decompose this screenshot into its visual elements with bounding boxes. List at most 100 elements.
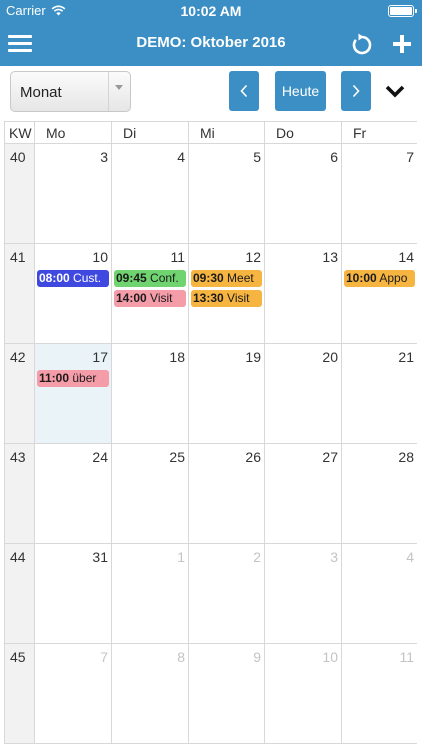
day-number: 25 [169, 449, 185, 465]
chevron-right-icon [352, 84, 360, 98]
month-calendar: KW Mo Di Mi Do Fr 40 3 4 5 6 7 41 10 08:00 Cust. 11 09:4… [0, 121, 422, 750]
day-cell[interactable]: 20 [264, 344, 341, 444]
calendar-event[interactable]: 11:00 über [37, 370, 109, 387]
calendar-event[interactable]: 09:45 Conf. [114, 270, 186, 287]
nav-bar: DEMO: Oktober 2016 [0, 22, 422, 66]
calendar-event[interactable]: 09:30 Meet [191, 270, 262, 287]
calendar-event[interactable]: 14:00 Visit [114, 290, 186, 307]
day-cell[interactable]: 2 [188, 544, 264, 644]
toolbar: Monat Heute [0, 66, 422, 120]
week-number-header: KW [4, 121, 35, 144]
week-number-cell: 42 [4, 344, 34, 444]
day-cell[interactable]: 4 [111, 144, 188, 244]
weekday-header: Do [264, 121, 342, 144]
event-time: 08:00 [39, 271, 70, 285]
calendar-event[interactable]: 10:00 Appo [344, 270, 415, 287]
day-number: 11 [399, 649, 414, 665]
day-number: 4 [406, 549, 414, 565]
day-number: 31 [92, 549, 108, 565]
week-number: 43 [10, 449, 26, 465]
chevron-left-icon [240, 84, 248, 98]
day-number: 19 [245, 349, 261, 365]
week-number-cell: 40 [4, 144, 34, 244]
event-title: Conf. [150, 271, 179, 285]
event-title: Visit [150, 291, 173, 305]
day-cell[interactable]: 24 [34, 444, 111, 544]
day-cell[interactable]: 17 11:00 über [34, 344, 111, 444]
caret-down-icon [115, 85, 123, 90]
day-cell[interactable]: 7 [34, 644, 111, 744]
day-number: 3 [100, 149, 108, 165]
day-cell[interactable]: 5 [188, 144, 264, 244]
day-cell[interactable]: 1 [111, 544, 188, 644]
day-cell[interactable]: 12 09:30 Meet 13:30 Visit [188, 244, 264, 344]
day-cell[interactable]: 26 [188, 444, 264, 544]
week-number-cell: 43 [4, 444, 34, 544]
day-cell[interactable]: 31 [34, 544, 111, 644]
day-cell[interactable]: 13 [264, 244, 341, 344]
day-number: 10 [322, 649, 338, 665]
today-button[interactable]: Heute [275, 71, 326, 111]
next-button[interactable] [341, 71, 371, 111]
day-cell[interactable]: 10 08:00 Cust. [34, 244, 111, 344]
carrier-label: Carrier [6, 3, 46, 18]
day-number: 21 [398, 349, 414, 365]
event-title: Appo [379, 271, 408, 285]
event-title: über [72, 371, 97, 385]
day-cell[interactable]: 11 [341, 644, 417, 744]
day-number: 11 [170, 249, 185, 265]
weekday-header: Mo [34, 121, 112, 144]
day-number: 5 [253, 149, 261, 165]
day-cell[interactable]: 3 [264, 544, 341, 644]
day-number: 2 [253, 549, 261, 565]
day-number: 26 [245, 449, 261, 465]
view-select[interactable]: Monat [10, 71, 131, 112]
day-cell[interactable]: 19 [188, 344, 264, 444]
day-number: 20 [322, 349, 338, 365]
plus-icon[interactable] [390, 32, 414, 56]
day-number: 3 [330, 549, 338, 565]
carrier-indicator: Carrier [6, 3, 66, 18]
weekday-header: Di [111, 121, 189, 144]
battery-icon [388, 5, 417, 17]
day-cell[interactable]: 25 [111, 444, 188, 544]
day-cell[interactable]: 21 [341, 344, 417, 444]
day-number: 10 [92, 249, 108, 265]
day-number: 6 [330, 149, 338, 165]
day-cell[interactable]: 11 09:45 Conf. 14:00 Visit [111, 244, 188, 344]
calendar-event[interactable]: 08:00 Cust. [37, 270, 109, 287]
event-time: 10:00 [346, 271, 377, 285]
day-number: 12 [245, 249, 261, 265]
week-number-cell: 41 [4, 244, 34, 344]
week-number: 45 [10, 649, 26, 665]
day-cell[interactable]: 10 [264, 644, 341, 744]
day-cell[interactable]: 7 [341, 144, 417, 244]
event-title: Meet [227, 271, 254, 285]
weekday-header: Mi [188, 121, 265, 144]
view-select-value: Monat [20, 84, 62, 101]
day-cell[interactable]: 14 10:00 Appo [341, 244, 417, 344]
day-number: 8 [177, 649, 185, 665]
event-title: Visit [227, 291, 250, 305]
day-cell[interactable]: 28 [341, 444, 417, 544]
day-cell[interactable]: 8 [111, 644, 188, 744]
calendar-event[interactable]: 13:30 Visit [191, 290, 262, 307]
day-cell[interactable]: 9 [188, 644, 264, 744]
event-title: Cust. [73, 271, 102, 285]
day-number: 9 [253, 649, 261, 665]
day-number: 14 [398, 249, 414, 265]
week-number: 42 [10, 349, 26, 365]
week-number-cell: 45 [4, 644, 34, 744]
day-cell[interactable]: 3 [34, 144, 111, 244]
day-number: 18 [169, 349, 185, 365]
day-number: 7 [406, 149, 414, 165]
day-cell[interactable]: 4 [341, 544, 417, 644]
day-cell[interactable]: 18 [111, 344, 188, 444]
hamburger-icon[interactable] [8, 32, 32, 54]
day-cell[interactable]: 27 [264, 444, 341, 544]
day-cell[interactable]: 6 [264, 144, 341, 244]
prev-button[interactable] [229, 71, 259, 111]
weekday-header: Fr [341, 121, 417, 144]
refresh-icon[interactable] [350, 32, 374, 56]
chevron-down-icon[interactable] [384, 82, 406, 100]
